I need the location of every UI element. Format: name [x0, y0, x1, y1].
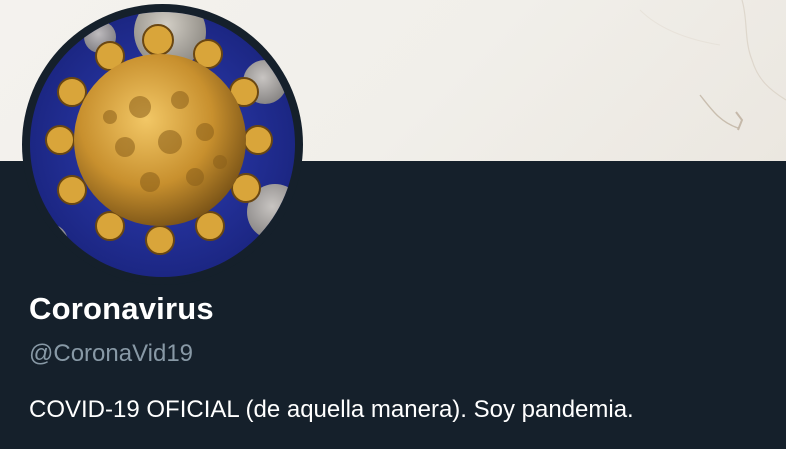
bio: COVID-19 OFICIAL (de aquella manera). So… — [29, 396, 634, 423]
handle: @CoronaVid19 — [29, 340, 194, 367]
avatar[interactable] — [22, 4, 303, 285]
coronavirus-icon — [30, 12, 295, 277]
display-name: Coronavirus — [29, 291, 214, 326]
